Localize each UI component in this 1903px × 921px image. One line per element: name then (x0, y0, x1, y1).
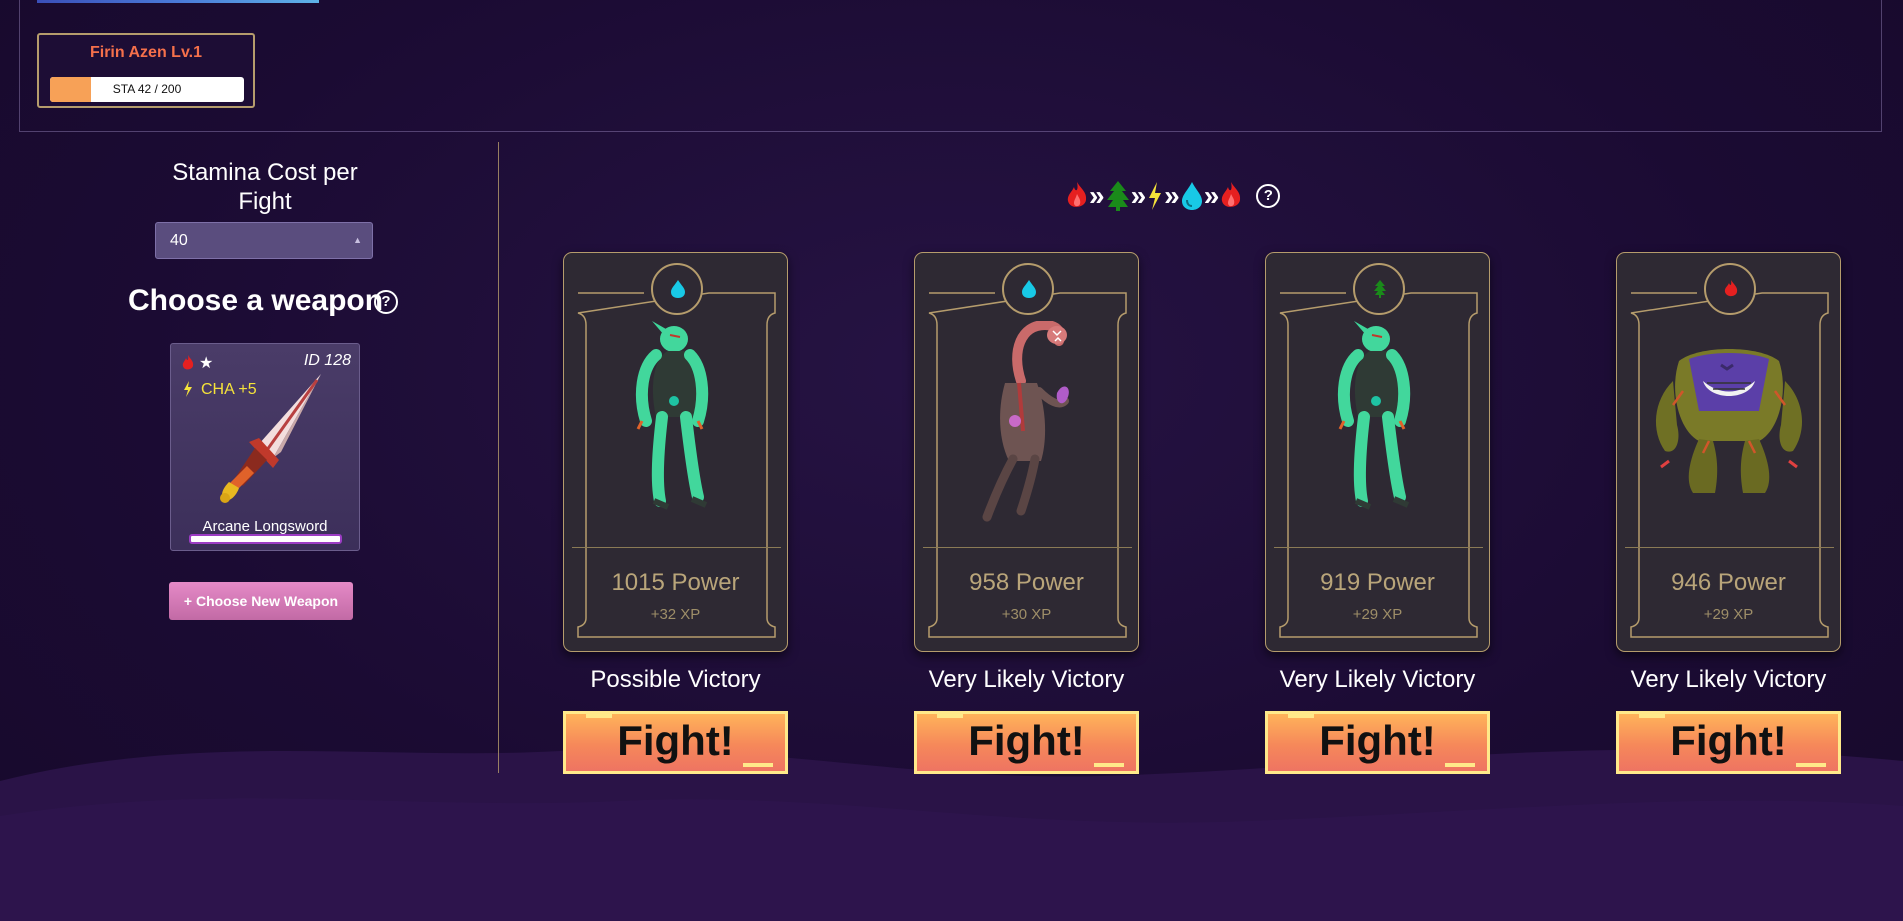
enemy-element-badge (1002, 263, 1054, 315)
enemy-xp: +29 XP (1703, 606, 1754, 623)
weapon-help-icon[interactable]: ? (374, 290, 398, 314)
stamina-text: STA 42 / 200 (112, 82, 182, 96)
stamina-cost-label: Stamina Cost per Fight (172, 159, 358, 215)
choose-weapon-title: Choose a weapon (128, 284, 384, 317)
enemy-power: 946 Power (1671, 569, 1786, 596)
victory-odds: Possible Victory (590, 666, 761, 693)
fire-icon (1222, 182, 1241, 207)
card-divider (923, 547, 1132, 548)
top-accent-strip (37, 0, 319, 3)
enemy-column-1: 1015 Power +32 XP Possible Victory Fight… (563, 252, 788, 774)
fight-button-label: Fight! (1670, 717, 1787, 764)
chain-separator: » (1203, 180, 1219, 211)
fight-button-label: Fight! (617, 717, 734, 764)
card-divider (572, 547, 781, 548)
reptile-warrior-art (1337, 321, 1411, 510)
earth-icon (1374, 280, 1386, 298)
button-deco (1288, 714, 1314, 718)
select-arrows-icon: ▲ (353, 235, 362, 245)
chain-separator: » (1164, 180, 1179, 211)
fire-icon (1067, 182, 1087, 207)
stamina-cost-select[interactable]: 40 ▲ (155, 222, 373, 259)
reptile-warrior-art (635, 321, 709, 510)
enemy-xp: +32 XP (650, 606, 701, 623)
enemy-xp: +29 XP (1352, 606, 1403, 623)
fight-button[interactable]: Fight! (1616, 711, 1841, 774)
button-deco (937, 714, 963, 718)
fight-button-label: Fight! (1319, 717, 1436, 764)
column-divider (498, 142, 499, 773)
earth-icon (1106, 181, 1129, 211)
victory-odds: Very Likely Victory (928, 666, 1125, 693)
button-deco (1445, 763, 1475, 767)
fight-button[interactable]: Fight! (914, 711, 1139, 774)
enemy-column-3: 919 Power +29 XP Very Likely Victory Fig… (1265, 252, 1490, 774)
enemy-power: 919 Power (1320, 569, 1435, 596)
enemy-xp: +30 XP (1001, 606, 1052, 623)
victory-odds: Very Likely Victory (1279, 666, 1476, 693)
enemy-column-4: 946 Power +29 XP Very Likely Victory Fig… (1616, 252, 1841, 774)
card-divider (1625, 547, 1834, 548)
button-deco (586, 714, 612, 718)
card-divider (1274, 547, 1483, 548)
enemy-power: 1015 Power (611, 569, 740, 596)
enemy-element-badge (1704, 263, 1756, 315)
button-deco (1796, 763, 1826, 767)
lightning-icon (1149, 182, 1162, 210)
element-help-icon[interactable]: ? (1256, 184, 1281, 208)
victory-odds: Very Likely Victory (1630, 666, 1827, 693)
chain-separator: » (1089, 180, 1104, 211)
water-icon (671, 280, 685, 298)
fire-icon (182, 355, 194, 370)
chain-separator: » (1130, 180, 1146, 211)
choose-new-weapon-button[interactable]: + Choose New Weapon (169, 582, 353, 620)
stamina-bar: STA 42 / 200 (50, 77, 244, 102)
serpent-creature-art (982, 321, 1069, 522)
enemy-column-2: 958 Power +30 XP Very Likely Victory Fig… (914, 252, 1139, 774)
weapon-id: ID 128 (303, 352, 351, 369)
enemy-card[interactable]: 919 Power +29 XP (1265, 252, 1490, 652)
enemy-element-badge (651, 263, 703, 315)
weapon-card[interactable]: ★ ID 128 CHA +5 Arcane Longsword (170, 343, 360, 551)
lightning-icon (184, 381, 192, 397)
enemy-card[interactable]: 958 Power +30 XP (914, 252, 1139, 652)
enemy-card[interactable]: 946 Power +29 XP (1616, 252, 1841, 652)
character-name: Firin Azen Lv.1 (89, 44, 202, 61)
stamina-cost-value: 40 (170, 232, 188, 249)
water-icon (1022, 280, 1036, 298)
fight-button[interactable]: Fight! (563, 711, 788, 774)
fire-icon (1724, 280, 1738, 297)
sword-icon (220, 374, 321, 503)
enemy-element-badge (1353, 263, 1405, 315)
enemy-power: 958 Power (969, 569, 1084, 596)
top-panel (19, 0, 1882, 132)
enemy-card[interactable]: 1015 Power +32 XP (563, 252, 788, 652)
character-card[interactable]: Firin Azen Lv.1 STA 42 / 200 (37, 33, 255, 108)
brute-creature-art (1655, 349, 1803, 493)
weapon-name: Arcane Longsword (202, 518, 328, 535)
water-icon (1181, 182, 1202, 210)
element-advantage-chain: » » » » ? (1066, 179, 1281, 213)
button-deco (743, 763, 773, 767)
button-deco (1094, 763, 1124, 767)
weapon-durability-bar (189, 534, 342, 544)
fight-button-label: Fight! (968, 717, 1085, 764)
fight-button[interactable]: Fight! (1265, 711, 1490, 774)
button-deco (1639, 714, 1665, 718)
